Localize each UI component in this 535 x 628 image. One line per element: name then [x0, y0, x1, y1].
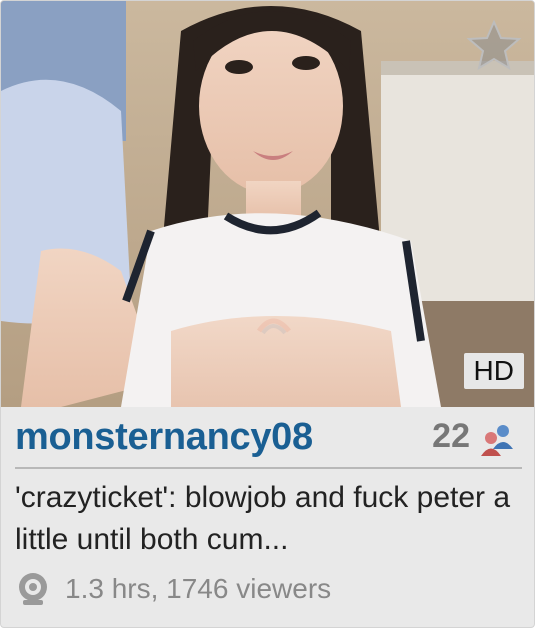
title-row: monsternancy08 22 [15, 407, 522, 469]
couple-users-icon [481, 425, 513, 456]
room-card[interactable]: HD monsternancy08 22 'crazyticket': blow… [0, 0, 535, 628]
age-label: 22 [432, 417, 470, 455]
star-icon[interactable] [466, 19, 522, 71]
room-stats-text: 1.3 hrs, 1746 viewers [65, 573, 332, 604]
room-username-link[interactable]: monsternancy08 [15, 416, 313, 459]
room-subject: 'crazyticket': blowjob and fuck peter a … [15, 481, 511, 556]
hd-badge: HD [463, 353, 524, 389]
room-thumbnail[interactable]: HD [1, 1, 534, 407]
thumbnail-image [1, 1, 534, 407]
room-stats: 1.3 hrs, 1746 viewers [15, 571, 522, 607]
webcam-icon [19, 573, 47, 605]
room-info: monsternancy08 22 'crazyticket': blowjob… [1, 407, 534, 607]
